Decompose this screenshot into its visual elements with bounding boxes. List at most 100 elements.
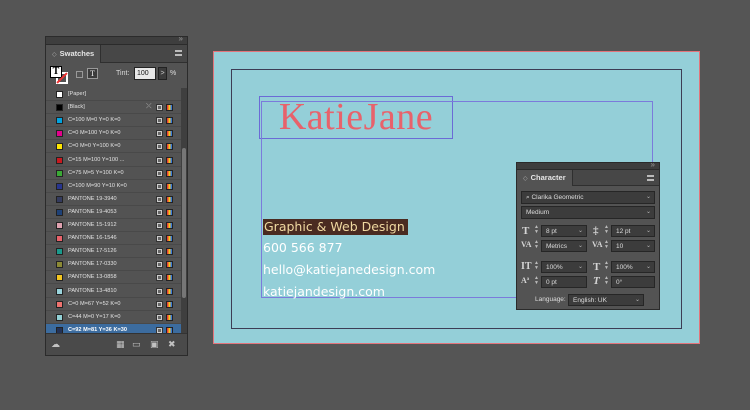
fill-stroke-icon[interactable]: T (50, 66, 68, 84)
tint-input[interactable]: 100 (134, 67, 156, 80)
swatch-name: PANTONE 17-0330 (68, 261, 117, 268)
process-color-icon (156, 248, 163, 256)
font-size-icon: T (522, 225, 530, 237)
tracking-icon: VA (592, 240, 603, 249)
group-folder-icon[interactable]: ▭ (132, 339, 141, 350)
tracking-field[interactable]: 10 ⌄ (611, 240, 655, 252)
phone-text[interactable]: 600 566 877 (263, 240, 343, 256)
character-panel-grip[interactable]: » (517, 160, 659, 170)
tab-character[interactable]: ◇ Character (517, 170, 573, 186)
show-kinds-icon[interactable]: ☁ (51, 339, 60, 350)
swatches-panel: » ◇ Swatches T T Tint: 100 > % [Paper] [Bl… (45, 34, 188, 356)
character-tabbar: ◇ Character (517, 170, 659, 186)
process-color-icon (156, 156, 163, 164)
swatch-row[interactable]: C=0 M=0 Y=100 K=0 (46, 140, 181, 154)
process-color-icon (156, 235, 163, 243)
swatch-row[interactable]: PANTONE 19-4053 (46, 206, 181, 219)
swatch-row[interactable]: PANTONE 17-0330 (46, 258, 181, 272)
swatch-row[interactable]: C=100 M=90 Y=10 K=0 (46, 180, 181, 193)
trash-icon[interactable]: ✖ (168, 339, 176, 350)
swatch-list-scrollbar[interactable] (181, 88, 187, 348)
formatting-text-icon[interactable]: T (87, 68, 98, 79)
cmyk-mode-icon (166, 222, 173, 229)
swatch-row[interactable]: C=15 M=100 Y=100 ... (46, 154, 181, 167)
swatch-color-chip (56, 117, 63, 125)
chevron-down-icon: ⌄ (645, 228, 651, 234)
swatch-row[interactable]: C=0 M=67 Y=52 K=0 (46, 298, 181, 311)
swatch-list: [Paper] [Black] ⤫ C=100 M=0 Y=0 K=0 C=0 M=10… (46, 88, 181, 348)
kerning-icon: VA (521, 240, 532, 249)
swatch-color-chip (56, 313, 63, 321)
stepper-icon[interactable]: ▲ ▼ (604, 276, 609, 286)
collapse-icon[interactable]: » (179, 34, 183, 43)
tab-swatches[interactable]: ◇ Swatches (46, 45, 102, 63)
font-family-select[interactable]: ⌕ Clarika Geometric ⌄ (521, 191, 655, 204)
email-text[interactable]: hello@katiejanedesign.com (263, 262, 435, 278)
formatting-container-icon[interactable] (76, 71, 83, 78)
swatch-row[interactable]: PANTONE 19-3940 (46, 193, 181, 206)
swatch-row[interactable]: PANTONE 16-1546 (46, 232, 181, 246)
process-color-icon (156, 117, 163, 125)
swatch-name: C=75 M=5 Y=100 K=0 (68, 169, 124, 176)
tint-unit: % (170, 70, 177, 77)
tint-dropdown-button[interactable]: > (158, 67, 167, 80)
skew-field[interactable]: 0° (611, 276, 655, 288)
panel-menu-icon[interactable] (647, 175, 654, 181)
swatch-name: PANTONE 13-4810 (68, 287, 117, 294)
swatch-name: PANTONE 19-3940 (68, 195, 117, 202)
horizontal-scale-icon: T (593, 261, 601, 273)
stepper-icon[interactable]: ▲ ▼ (604, 240, 609, 250)
leading-field[interactable]: 12 pt ⌄ (611, 225, 655, 237)
swatch-color-chip (56, 169, 63, 177)
horizontal-scale-field[interactable]: 100% ⌄ (611, 261, 655, 273)
stepper-icon[interactable]: ▲ ▼ (534, 240, 539, 250)
tagline-text[interactable]: Graphic & Web Design (263, 219, 408, 235)
process-color-icon (156, 130, 163, 138)
panel-menu-icon[interactable] (175, 50, 182, 56)
swatch-row[interactable]: C=100 M=0 Y=0 K=0 (46, 114, 181, 128)
swatch-name: PANTONE 13-0858 (68, 274, 117, 281)
chevron-down-icon: ⌄ (577, 264, 583, 270)
swatch-row[interactable]: [Paper] (46, 88, 181, 101)
process-color-icon (156, 143, 163, 151)
scrollbar-thumb[interactable] (182, 148, 186, 298)
stepper-icon[interactable]: ▲ ▼ (534, 225, 539, 235)
swatch-name: PANTONE 16-1546 (68, 235, 117, 242)
language-select[interactable]: English: UK ⌄ (568, 294, 644, 306)
swatch-color-chip (56, 182, 63, 190)
process-color-icon (156, 208, 163, 216)
new-swatch-icon[interactable]: ▣ (150, 339, 159, 350)
swatches-panel-grip[interactable]: » (46, 34, 187, 45)
font-style-select[interactable]: Medium ⌄ (521, 206, 655, 219)
swatch-row[interactable]: PANTONE 13-4810 (46, 285, 181, 298)
kerning-field[interactable]: Metrics ⌄ (541, 240, 587, 252)
stepper-icon[interactable]: ▲ ▼ (604, 225, 609, 235)
swatch-color-chip (56, 287, 63, 295)
cmyk-mode-icon (166, 248, 173, 256)
skew-icon: T (593, 275, 600, 287)
vertical-scale-field[interactable]: 100% ⌄ (541, 261, 587, 273)
website-text[interactable]: katiejandesign.com (263, 284, 385, 300)
fill-box-icon[interactable]: T (50, 66, 62, 78)
swatch-row[interactable]: [Black] ⤫ (46, 101, 181, 115)
cmyk-mode-icon (166, 235, 173, 243)
stepper-icon[interactable]: ▲ ▼ (534, 261, 539, 271)
swatch-row[interactable]: PANTONE 15-1912 (46, 219, 181, 232)
swatches-toolbar: T T Tint: 100 > % (46, 64, 187, 88)
font-size-field[interactable]: 8 pt ⌄ (541, 225, 587, 237)
swatch-views-icon[interactable]: ▦ (116, 339, 125, 350)
swatch-row[interactable]: PANTONE 17-5126 (46, 245, 181, 259)
cmyk-mode-icon (166, 287, 173, 295)
stepper-icon[interactable]: ▲ ▼ (604, 261, 609, 271)
stepper-icon[interactable]: ▲ ▼ (534, 276, 539, 286)
chevron-down-icon: ⌄ (645, 243, 651, 249)
collapse-icon[interactable]: » (651, 160, 655, 169)
swatch-row[interactable]: PANTONE 13-0858 (46, 271, 181, 285)
swatch-row[interactable]: C=44 M=0 Y=17 K=0 (46, 311, 181, 324)
swatch-row[interactable]: C=75 M=5 Y=100 K=0 (46, 167, 181, 180)
swatch-name: [Paper] (68, 91, 87, 97)
swatch-row[interactable]: C=0 M=100 Y=0 K=0 (46, 127, 181, 141)
process-color-icon (156, 104, 163, 112)
baseline-shift-field[interactable]: 0 pt (541, 276, 587, 288)
swatch-name: PANTONE 19-4053 (68, 208, 117, 215)
